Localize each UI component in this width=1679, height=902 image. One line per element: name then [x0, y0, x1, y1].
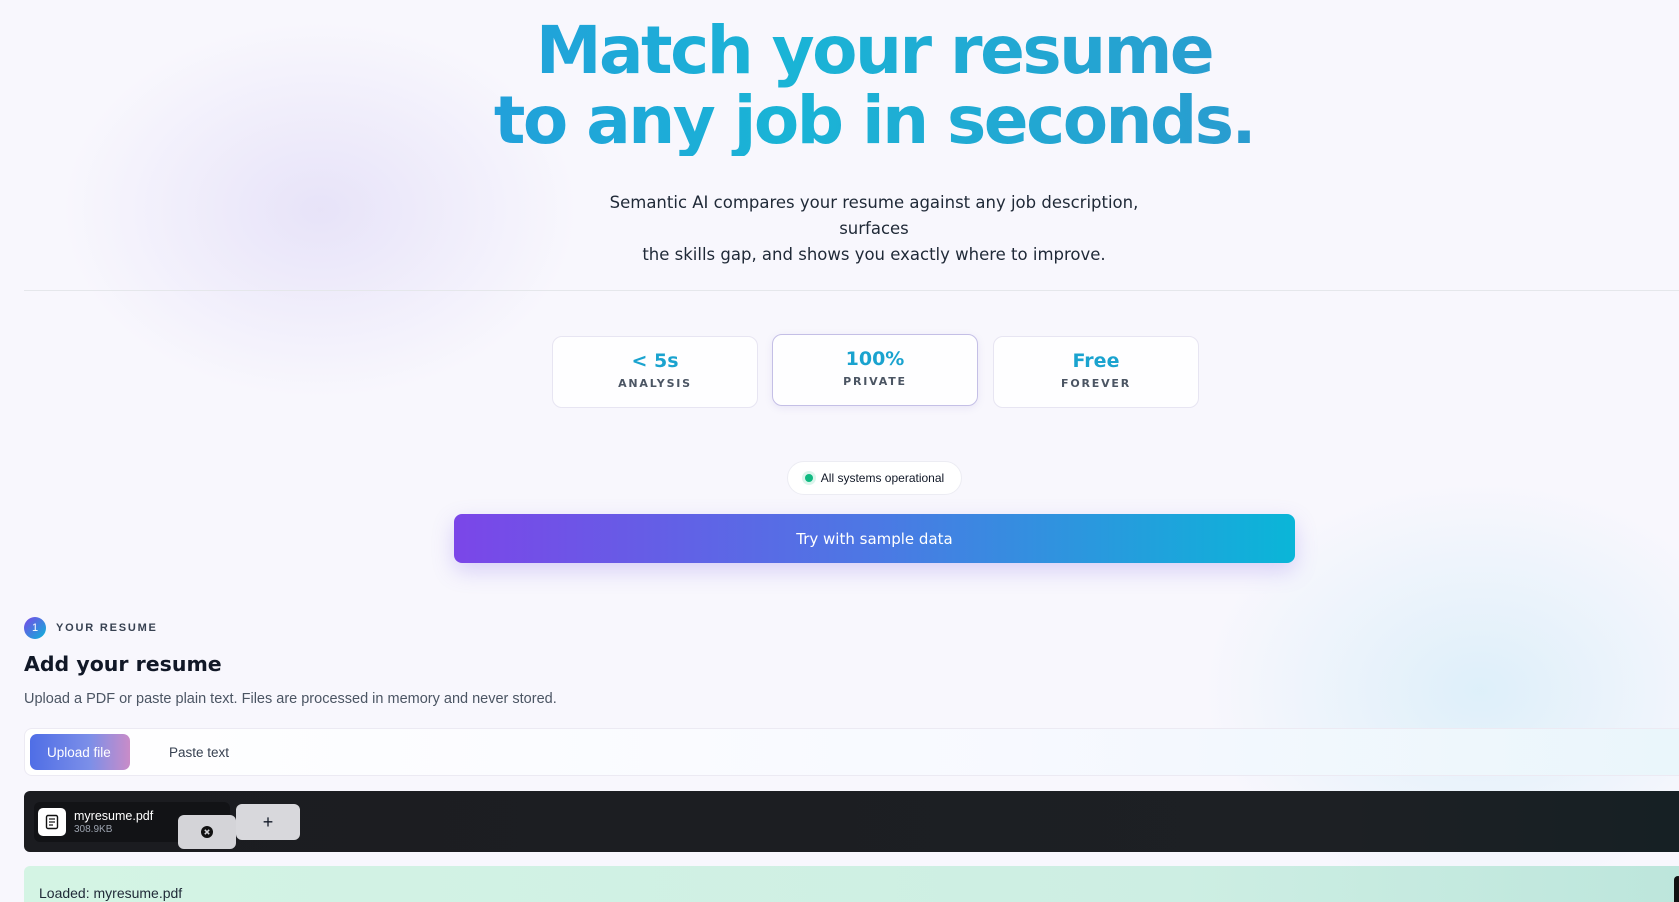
- hero-title-line-2: to any job in seconds.: [493, 82, 1255, 159]
- input-mode-tabs: Upload file Paste text: [24, 728, 1679, 776]
- try-sample-data-button[interactable]: Try with sample data: [454, 514, 1295, 563]
- stat-card-analysis: < 5s ANALYSIS: [552, 336, 758, 408]
- section-description: Upload a PDF or paste plain text. Files …: [24, 691, 557, 707]
- stat-value: Free: [1072, 350, 1120, 372]
- status-dot-icon: [804, 474, 813, 482]
- stat-label: PRIVATE: [843, 375, 907, 388]
- stat-card-private: 100% PRIVATE: [772, 334, 978, 406]
- section-title: Add your resume: [24, 652, 222, 676]
- hero-title: Match your resume to any job in seconds.: [0, 16, 1679, 156]
- stat-value: < 5s: [631, 350, 679, 372]
- status-text: All systems operational: [820, 471, 945, 485]
- file-size: 308.9KB: [74, 823, 113, 835]
- loaded-status-message: Loaded: myresume.pdf: [24, 866, 1679, 902]
- scroll-edge-handle: [1674, 876, 1679, 902]
- remove-file-button[interactable]: [178, 815, 236, 849]
- loaded-text: Loaded: myresume.pdf: [39, 885, 183, 901]
- step-indicator: 1 YOUR RESUME: [24, 617, 158, 639]
- file-name: myresume.pdf: [74, 808, 154, 823]
- tab-paste-text[interactable]: Paste text: [152, 734, 246, 770]
- hero-subtitle-line-1: Semantic AI compares your resume against…: [609, 193, 1139, 238]
- file-upload-area: myresume.pdf 308.9KB +: [24, 791, 1679, 852]
- stat-card-free: Free FOREVER: [993, 336, 1199, 408]
- hero-title-line-1: Match your resume: [535, 12, 1213, 89]
- status-badge: All systems operational: [787, 461, 962, 495]
- stat-label: ANALYSIS: [618, 377, 692, 390]
- file-chip: myresume.pdf 308.9KB: [34, 802, 236, 849]
- step-number-badge: 1: [24, 617, 46, 639]
- add-file-button[interactable]: +: [236, 804, 300, 840]
- hero-subtitle: Semantic AI compares your resume against…: [574, 190, 1174, 268]
- hero-subtitle-line-2: the skills gap, and shows you exactly wh…: [642, 245, 1106, 264]
- document-icon: [38, 808, 66, 836]
- stat-value: 100%: [845, 348, 905, 370]
- hero-divider: [24, 290, 1679, 291]
- close-circle-icon: [201, 826, 213, 838]
- tab-upload-file[interactable]: Upload file: [30, 734, 130, 770]
- step-label: YOUR RESUME: [56, 622, 158, 634]
- file-info: myresume.pdf 308.9KB: [74, 809, 153, 836]
- stat-label: FOREVER: [1061, 377, 1131, 390]
